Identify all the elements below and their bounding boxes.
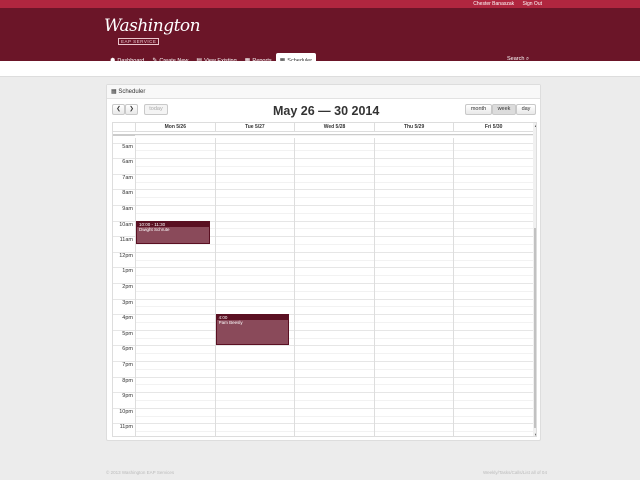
half-hour-line bbox=[135, 150, 533, 152]
time-label: 10am bbox=[119, 221, 133, 228]
time-label: 10pm bbox=[119, 408, 133, 415]
event-title: Pam Beesly bbox=[218, 320, 243, 326]
half-hour-line bbox=[135, 290, 533, 292]
time-label: 5am bbox=[122, 143, 133, 150]
day-header: Mon 5/26 bbox=[135, 123, 215, 132]
hour-line bbox=[113, 376, 533, 378]
event-title: Dwight Schrute bbox=[139, 226, 170, 232]
day-column-line bbox=[294, 138, 296, 436]
hour-line bbox=[113, 158, 533, 160]
app-header: Washington EAP SERVICE ☗Dashboard✎Create… bbox=[0, 8, 640, 69]
half-hour-line bbox=[135, 353, 533, 355]
half-hour-line bbox=[135, 306, 533, 308]
half-hour-line bbox=[135, 259, 533, 261]
half-hour-line bbox=[135, 431, 533, 433]
half-hour-line bbox=[135, 212, 533, 214]
panel-title: Scheduler bbox=[118, 89, 146, 95]
half-hour-line bbox=[135, 322, 533, 323]
footer-copyright: © 2013 Washington EAP Services bbox=[106, 470, 175, 475]
day-column-line bbox=[214, 138, 216, 436]
hour-line bbox=[113, 298, 533, 300]
calendar-title: May 26 — 30 2014 bbox=[273, 104, 380, 118]
washington-logo[interactable]: Washington EAP SERVICE bbox=[104, 16, 201, 46]
top-utility-bar: Chester Banaszak Sign Out bbox=[0, 0, 640, 8]
view-week-button[interactable]: week bbox=[492, 104, 516, 115]
scroll-up-icon[interactable]: ▲ bbox=[534, 123, 536, 128]
view-day-button[interactable]: day bbox=[516, 104, 536, 115]
subheader-band bbox=[0, 61, 640, 77]
hour-line bbox=[113, 251, 533, 253]
hour-line bbox=[113, 423, 533, 425]
footer-info: Weekly/Tasks/Calls/List all of 04 bbox=[483, 470, 547, 475]
time-label: 11am bbox=[119, 237, 133, 244]
calendar-icon: ▦ bbox=[111, 89, 117, 95]
time-label: 5pm bbox=[122, 330, 133, 337]
hour-line bbox=[113, 314, 533, 316]
chevron-left-icon: ❮ bbox=[116, 106, 121, 112]
time-label: 7am bbox=[122, 174, 133, 181]
time-label: 8am bbox=[122, 190, 133, 197]
hour-line bbox=[113, 267, 533, 269]
half-hour-line bbox=[135, 197, 533, 199]
time-label: 11pm bbox=[119, 424, 133, 431]
half-hour-line bbox=[135, 400, 533, 401]
half-hour-line bbox=[135, 244, 533, 245]
time-label: 4pm bbox=[122, 315, 133, 322]
calendar-body[interactable]: 5am 6am 7am 8am 9am 10am 11am 12pm 1pm 2pm 3pm 4pm 5… bbox=[113, 134, 534, 436]
half-hour-line bbox=[135, 181, 533, 183]
today-button[interactable]: today bbox=[144, 104, 168, 115]
half-hour-line bbox=[135, 275, 533, 277]
day-header: Tue 5/27 bbox=[214, 123, 295, 132]
scroll-down-icon[interactable]: ▼ bbox=[534, 432, 536, 436]
half-hour-line bbox=[135, 134, 533, 136]
chevron-right-icon: ❯ bbox=[129, 106, 134, 112]
day-column-line bbox=[135, 138, 136, 436]
calendar-event[interactable]: 4:00 Pam Beesly bbox=[215, 314, 290, 346]
hour-line bbox=[113, 142, 533, 144]
time-label: 9am bbox=[122, 206, 133, 212]
week-calendar-grid: Mon 5/26 Tue 5/27 Wed 5/28 Thu 5/29 Fri 5/30… bbox=[112, 122, 537, 437]
hour-line bbox=[113, 173, 533, 175]
view-month-button[interactable]: month bbox=[465, 104, 492, 115]
panel-header: ▦ Scheduler bbox=[107, 85, 540, 99]
hour-line bbox=[113, 205, 533, 206]
day-column-line bbox=[453, 138, 455, 436]
hour-line bbox=[113, 392, 533, 394]
hour-line bbox=[113, 329, 533, 331]
day-column-line bbox=[373, 138, 375, 436]
day-headers: Mon 5/26 Tue 5/27 Wed 5/28 Thu 5/29 Fri 5/30 bbox=[113, 123, 533, 132]
time-label: 12pm bbox=[119, 252, 133, 259]
next-week-button[interactable]: ❯ bbox=[125, 104, 138, 115]
half-hour-line bbox=[135, 337, 533, 339]
half-hour-line bbox=[135, 415, 533, 417]
scrollbar-thumb[interactable] bbox=[534, 228, 536, 428]
half-hour-line bbox=[135, 166, 533, 167]
half-hour-line bbox=[135, 368, 533, 370]
user-name-link[interactable]: Chester Banaszak bbox=[473, 1, 514, 7]
calendar-event[interactable]: 10:00 - 11:30 Dwight Schrute bbox=[136, 220, 210, 244]
time-label: 9pm bbox=[122, 393, 133, 400]
hour-line bbox=[113, 407, 533, 409]
hour-line bbox=[113, 189, 533, 191]
time-label: 6pm bbox=[122, 346, 133, 353]
logo-script: Washington bbox=[104, 16, 201, 36]
time-label: 6am bbox=[122, 159, 133, 166]
day-header: Thu 5/29 bbox=[373, 123, 454, 132]
hour-line bbox=[113, 345, 533, 347]
logo-subtitle: EAP SERVICE bbox=[118, 38, 160, 45]
hour-line bbox=[113, 283, 533, 284]
scheduler-panel: ▦ Scheduler ❮ ❯ today May 26 — 30 2014 m… bbox=[106, 84, 541, 441]
half-hour-line bbox=[135, 384, 533, 386]
time-label: 7pm bbox=[122, 362, 133, 368]
time-label: 3pm bbox=[122, 299, 133, 306]
time-label: 2pm bbox=[122, 284, 133, 290]
sign-out-link[interactable]: Sign Out bbox=[523, 1, 542, 7]
prev-week-button[interactable]: ❮ bbox=[112, 104, 125, 115]
day-header: Fri 5/30 bbox=[453, 123, 533, 132]
day-header: Wed 5/28 bbox=[294, 123, 374, 132]
hour-line bbox=[113, 361, 533, 362]
time-label: 1pm bbox=[122, 268, 133, 275]
time-label: 8pm bbox=[122, 377, 133, 384]
